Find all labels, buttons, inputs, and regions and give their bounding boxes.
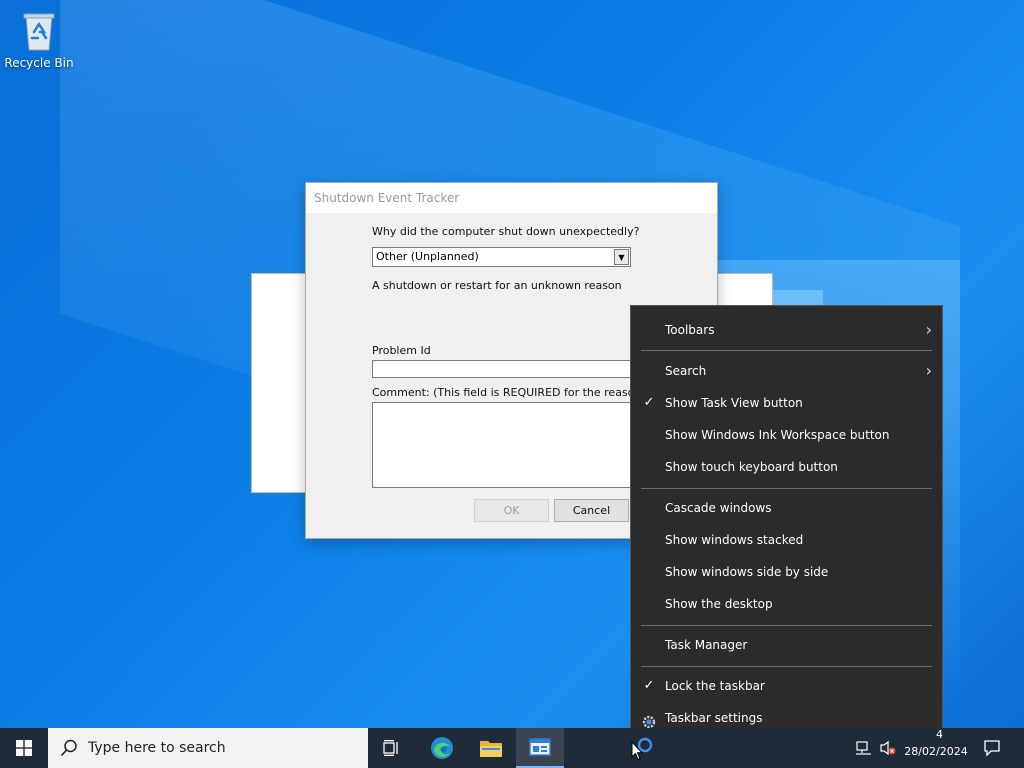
comment-label: Comment: (This field is REQUIRED for the… xyxy=(372,386,666,399)
menu-item-label: Show Windows Ink Workspace button xyxy=(665,428,890,442)
clock-time: 4 xyxy=(936,728,943,741)
dropdown-arrow-icon[interactable]: ▼ xyxy=(614,249,629,265)
menu-item-show-windows-ink-workspace-button[interactable]: Show Windows Ink Workspace button xyxy=(631,420,942,450)
menu-item-lock-the-taskbar[interactable]: ✓ Lock the taskbar xyxy=(631,671,942,701)
menu-item-label: Show touch keyboard button xyxy=(665,460,838,474)
mouse-cursor-icon xyxy=(631,741,643,761)
edge-taskbar-button[interactable] xyxy=(418,728,466,768)
chevron-right-icon: › xyxy=(925,361,932,380)
menu-item-show-windows-stacked[interactable]: Show windows stacked xyxy=(631,525,942,555)
dialog-title: Shutdown Event Tracker xyxy=(306,183,717,213)
menu-item-label: Taskbar settings xyxy=(665,711,763,725)
task-view-button[interactable] xyxy=(368,728,416,768)
recycle-bin-label: Recycle Bin xyxy=(4,56,74,70)
menu-item-show-touch-keyboard-button[interactable]: Show touch keyboard button xyxy=(631,452,942,482)
menu-separator xyxy=(641,488,932,489)
windows-logo-icon xyxy=(16,740,32,756)
question-label: Why did the computer shut down unexpecte… xyxy=(372,225,640,238)
reason-select[interactable]: Other (Unplanned) ▼ xyxy=(372,247,631,267)
start-button[interactable] xyxy=(0,728,48,768)
taskbar[interactable]: Type here to search 4 28/02/2024 xyxy=(0,728,1024,768)
edge-browser-icon xyxy=(431,737,453,759)
clock-date: 28/02/2024 xyxy=(904,745,968,758)
menu-item-show-windows-side-by-side[interactable]: Show windows side by side xyxy=(631,557,942,587)
checkmark-icon: ✓ xyxy=(643,395,655,410)
menu-item-show-the-desktop[interactable]: Show the desktop xyxy=(631,589,942,619)
search-icon xyxy=(60,739,77,757)
checkmark-icon: ✓ xyxy=(643,678,655,693)
chevron-right-icon: › xyxy=(925,320,932,339)
menu-item-label: Cascade windows xyxy=(665,501,772,515)
desktop-icon-recycle-bin[interactable]: Recycle Bin xyxy=(4,8,74,70)
ok-button[interactable]: OK xyxy=(474,499,549,522)
gear-icon xyxy=(642,711,656,729)
problem-id-input[interactable] xyxy=(372,360,652,378)
menu-item-task-manager[interactable]: Task Manager xyxy=(631,630,942,660)
reason-description: A shutdown or restart for an unknown rea… xyxy=(372,279,622,292)
menu-item-label: Toolbars xyxy=(665,323,715,337)
menu-separator xyxy=(641,666,932,667)
file-explorer-taskbar-button[interactable] xyxy=(467,728,515,768)
taskbar-context-menu[interactable]: Toolbars › Search › ✓ Show Task View but… xyxy=(630,305,943,742)
recycle-bin-icon xyxy=(23,13,55,51)
notification-center-icon[interactable] xyxy=(978,728,1006,768)
menu-item-label: Show windows stacked xyxy=(665,533,804,547)
comment-textarea[interactable] xyxy=(372,402,652,488)
menu-item-label: Show the desktop xyxy=(665,597,773,611)
menu-item-show-task-view-button[interactable]: ✓ Show Task View button xyxy=(631,388,942,418)
volume-muted-icon[interactable] xyxy=(877,728,899,768)
task-view-icon xyxy=(383,740,398,756)
cancel-button[interactable]: Cancel xyxy=(554,499,629,522)
menu-item-label: Search xyxy=(665,364,707,378)
menu-item-toolbars[interactable]: Toolbars › xyxy=(631,315,942,345)
problem-id-label: Problem Id xyxy=(372,344,431,357)
menu-item-label: Show Task View button xyxy=(665,396,803,410)
menu-item-search[interactable]: Search › xyxy=(631,356,942,386)
network-icon[interactable] xyxy=(852,728,876,768)
menu-item-label: Task Manager xyxy=(665,638,748,652)
menu-item-label: Show windows side by side xyxy=(665,565,829,579)
menu-item-cascade-windows[interactable]: Cascade windows xyxy=(631,493,942,523)
menu-separator xyxy=(641,625,932,626)
menu-separator xyxy=(641,350,932,351)
system-clock[interactable]: 4 28/02/2024 xyxy=(900,728,972,760)
search-placeholder: Type here to search xyxy=(88,740,226,756)
shutdown-tracker-taskbar-button[interactable] xyxy=(516,728,564,768)
folder-icon xyxy=(480,741,502,757)
menu-item-label: Lock the taskbar xyxy=(665,679,765,693)
window-app-icon xyxy=(529,738,551,756)
reason-select-value: Other (Unplanned) xyxy=(376,250,479,263)
taskbar-search-box[interactable]: Type here to search xyxy=(48,728,368,768)
